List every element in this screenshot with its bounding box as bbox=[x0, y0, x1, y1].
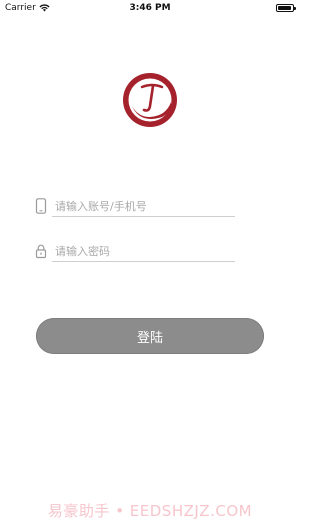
battery-icon bbox=[276, 4, 296, 12]
password-underline bbox=[52, 261, 235, 262]
login-button[interactable]: 登陆 bbox=[36, 318, 264, 354]
phone-icon bbox=[35, 198, 47, 214]
account-field-row bbox=[35, 195, 235, 217]
password-input[interactable] bbox=[55, 244, 235, 258]
password-field-row bbox=[35, 240, 235, 262]
lock-icon bbox=[35, 244, 47, 259]
watermark: 易豪助手 • EEDSHZJZ.COM bbox=[47, 502, 253, 520]
status-time: 3:46 PM bbox=[129, 3, 171, 13]
status-bar: Carrier 3:46 PM bbox=[0, 0, 300, 18]
login-screen: Carrier 3:46 PM 登陆 bbox=[0, 0, 300, 532]
app-logo-icon bbox=[123, 73, 177, 127]
account-input[interactable] bbox=[55, 199, 235, 213]
account-underline bbox=[52, 216, 235, 217]
